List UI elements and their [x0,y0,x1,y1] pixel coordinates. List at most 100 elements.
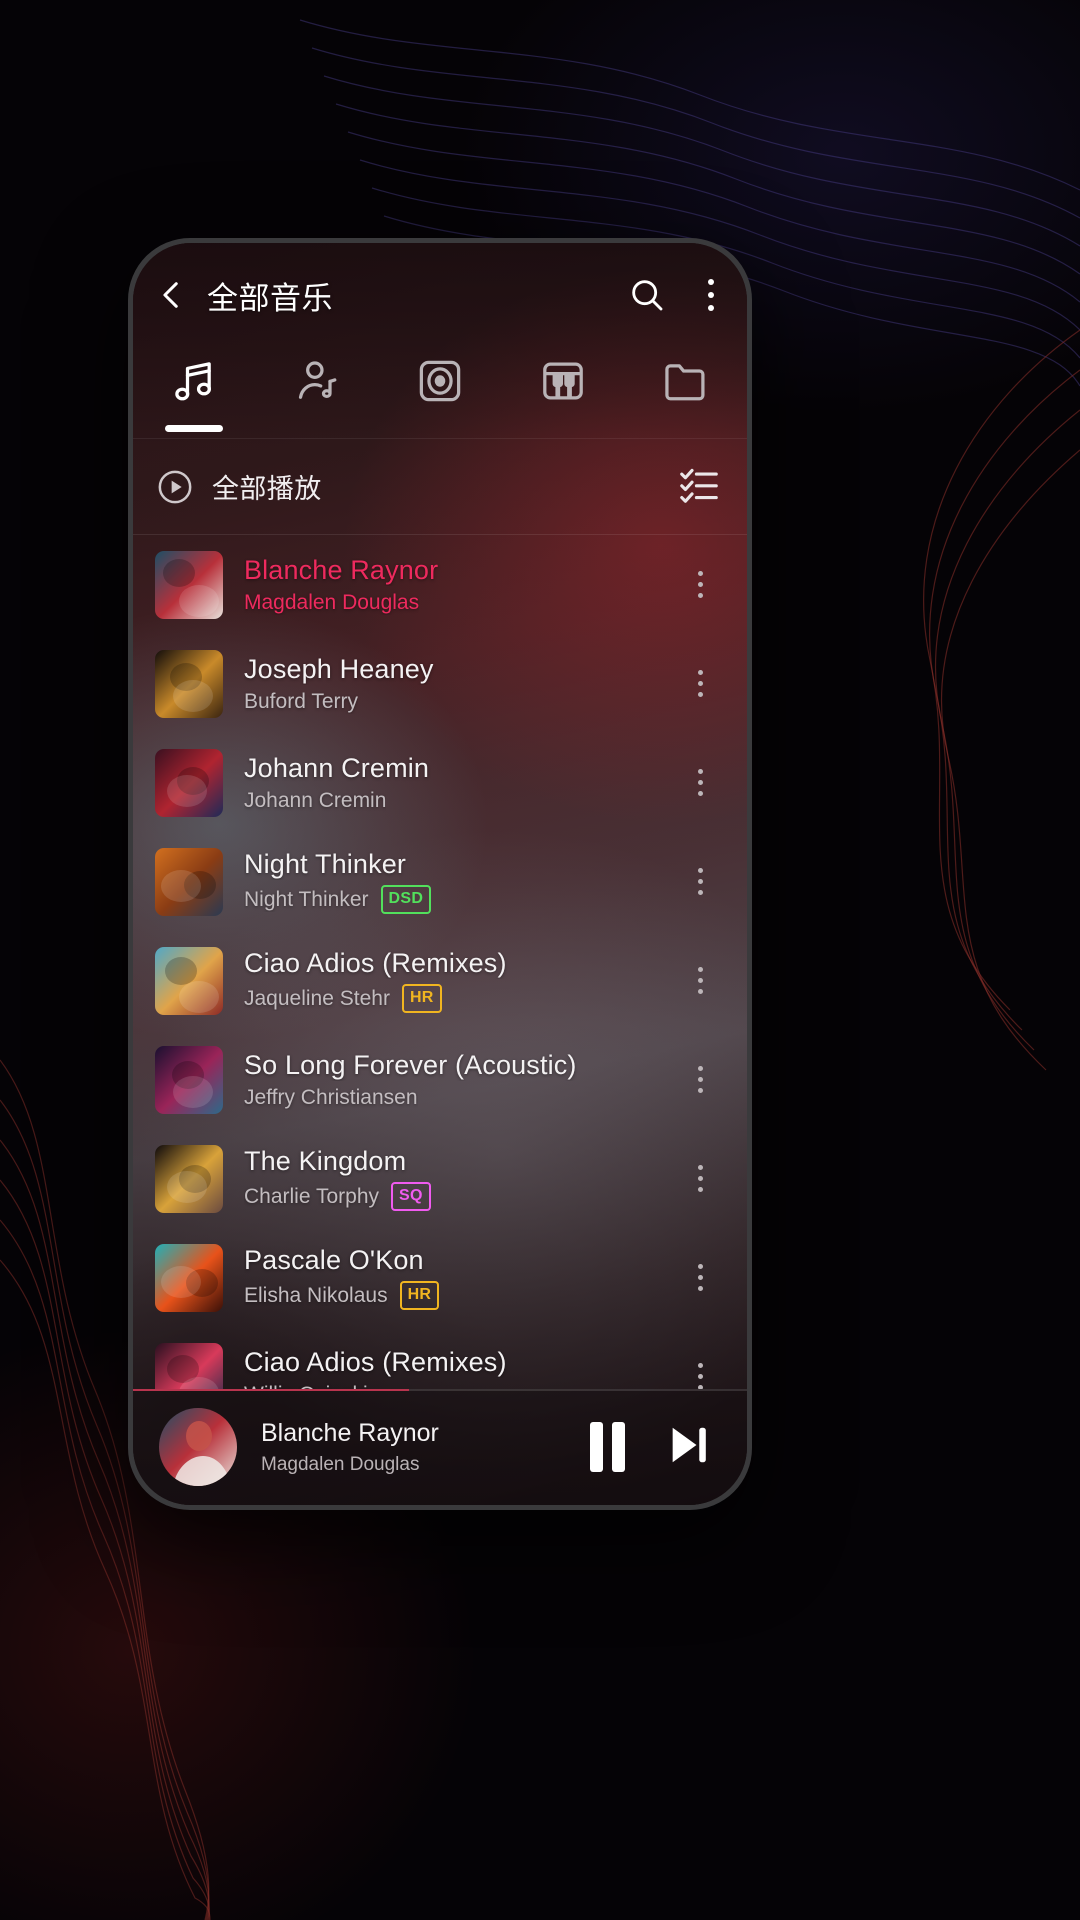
overflow-menu-icon [697,1165,703,1170]
song-list: Blanche Raynor Magdalen Douglas Joseph Hea… [133,535,747,1389]
overflow-menu-icon [697,670,703,675]
artwork-image [155,847,223,916]
song-title: Ciao Adios (Remixes) [244,948,507,978]
quality-badge-hr: HR [399,1281,440,1310]
song-artist: Buford Terry [244,689,358,713]
song-subline: Elisha Nikolaus HR [244,1281,673,1310]
song-overflow-button[interactable] [673,1129,727,1228]
song-row[interactable]: Pascale O'Kon Elisha Nikolaus HR [133,1228,747,1327]
overflow-menu-icon [697,967,703,972]
mini-player[interactable]: Blanche Raynor Magdalen Douglas [133,1389,747,1505]
artwork-image [155,748,223,817]
song-artist: Night Thinker [244,887,369,911]
song-row[interactable]: Ciao Adios (Remixes) Jaqueline Stehr HR [133,931,747,1030]
artwork-image [155,649,223,718]
song-subline: Jeffry Christiansen [244,1086,673,1110]
song-row[interactable]: Ciao Adios (Remixes)Willis Osinski [133,1327,747,1389]
search-button[interactable] [627,275,667,315]
song-artist: Jeffry Christiansen [244,1085,418,1109]
play-all-row[interactable]: 全部播放 [133,439,747,535]
music-app: 全部音乐 全部播放 Blanche Raynor Magdalen Dougla… [133,243,747,1505]
song-subline: Magdalen Douglas [244,591,673,615]
play-all-left: 全部播放 [155,467,677,507]
tab-albums[interactable] [379,347,502,438]
song-meta: The Kingdom Charlie Torphy SQ [223,1146,673,1211]
phone-frame: 全部音乐 全部播放 Blanche Raynor Magdalen Dougla… [128,238,752,1510]
tab-bar [133,347,747,439]
overflow-menu-icon [697,769,703,774]
song-title: The Kingdom [244,1146,407,1176]
song-overflow-button[interactable] [673,535,727,634]
checklist-icon [680,468,718,503]
song-row[interactable]: So Long Forever (Acoustic) Jeffry Christi… [133,1030,747,1129]
song-title: Ciao Adios (Remixes) [244,1346,507,1377]
song-title: Night Thinker [244,849,407,879]
song-title: Joseph Heaney [244,653,434,684]
album-artwork [155,1342,223,1389]
song-row[interactable]: Blanche Raynor Magdalen Douglas [133,535,747,634]
tab-songs[interactable] [133,347,256,438]
song-row[interactable]: Johann Cremin Johann Cremin [133,733,747,832]
tab-artists[interactable] [256,347,379,438]
song-title: Pascale O'Kon [244,1245,424,1275]
song-overflow-button[interactable] [673,1228,727,1327]
song-overflow-button[interactable] [673,634,727,733]
multiselect-button[interactable] [677,462,721,511]
mini-player-controls [590,1417,717,1478]
folder-icon [664,364,705,401]
song-overflow-button[interactable] [673,832,727,931]
pause-button[interactable] [590,1422,625,1472]
album-artwork [155,847,223,916]
song-artist: Magdalen Douglas [244,590,420,614]
next-button[interactable] [661,1417,717,1478]
mini-player-title: Blanche Raynor [261,1418,439,1447]
artist-icon [299,361,337,399]
artwork-image [155,1342,223,1389]
album-artwork [155,550,223,619]
tab-folders[interactable] [624,347,747,438]
song-artist: Charlie Torphy [244,1184,380,1208]
song-row[interactable]: The Kingdom Charlie Torphy SQ [133,1129,747,1228]
artwork-image [155,1144,223,1213]
artwork-image [155,1243,223,1312]
play-circle-icon [158,470,192,503]
header-left-group: 全部音乐 [155,273,627,318]
tab-genres[interactable] [501,347,624,438]
song-subline: Night Thinker DSD [244,885,673,914]
piano-icon [542,362,583,400]
album-artwork [155,1144,223,1213]
song-title: Johann Cremin [244,752,430,783]
song-subline: Charlie Torphy SQ [244,1182,673,1211]
song-row[interactable]: Joseph Heaney Buford Terry [133,634,747,733]
song-subline: Jaqueline Stehr HR [244,984,673,1013]
artwork-image [155,550,223,619]
mini-player-meta: Blanche Raynor Magdalen Douglas [237,1419,590,1476]
artwork-image [159,1408,237,1486]
album-artwork [155,748,223,817]
song-subline: Buford Terry [244,690,673,714]
song-title: So Long Forever (Acoustic) [244,1049,577,1080]
quality-badge-hr: HR [401,984,442,1013]
song-title: Blanche Raynor [244,554,439,585]
song-row[interactable]: Night Thinker Night Thinker DSD [133,832,747,931]
quality-badge-sq: SQ [391,1182,431,1211]
overflow-menu-icon [697,1363,703,1368]
album-artwork [155,649,223,718]
back-button[interactable] [155,278,189,312]
song-overflow-button[interactable] [673,931,727,1030]
overflow-menu-button[interactable] [701,273,721,317]
chevron-left-icon [163,282,178,308]
song-meta: Ciao Adios (Remixes) Jaqueline Stehr HR [223,948,673,1013]
album-artwork [155,1243,223,1312]
song-overflow-button[interactable] [673,733,727,832]
header-right-group [627,273,721,317]
mini-player-artwork[interactable] [159,1408,237,1486]
album-artwork [155,1045,223,1114]
music-note-icon [175,362,212,401]
phone-screen: 全部音乐 全部播放 Blanche Raynor Magdalen Dougla… [133,243,747,1505]
song-meta: Pascale O'Kon Elisha Nikolaus HR [223,1245,673,1310]
song-overflow-button[interactable] [673,1327,727,1389]
page-title: 全部音乐 [207,280,333,316]
song-overflow-button[interactable] [673,1030,727,1129]
play-all-label: 全部播放 [212,474,322,504]
